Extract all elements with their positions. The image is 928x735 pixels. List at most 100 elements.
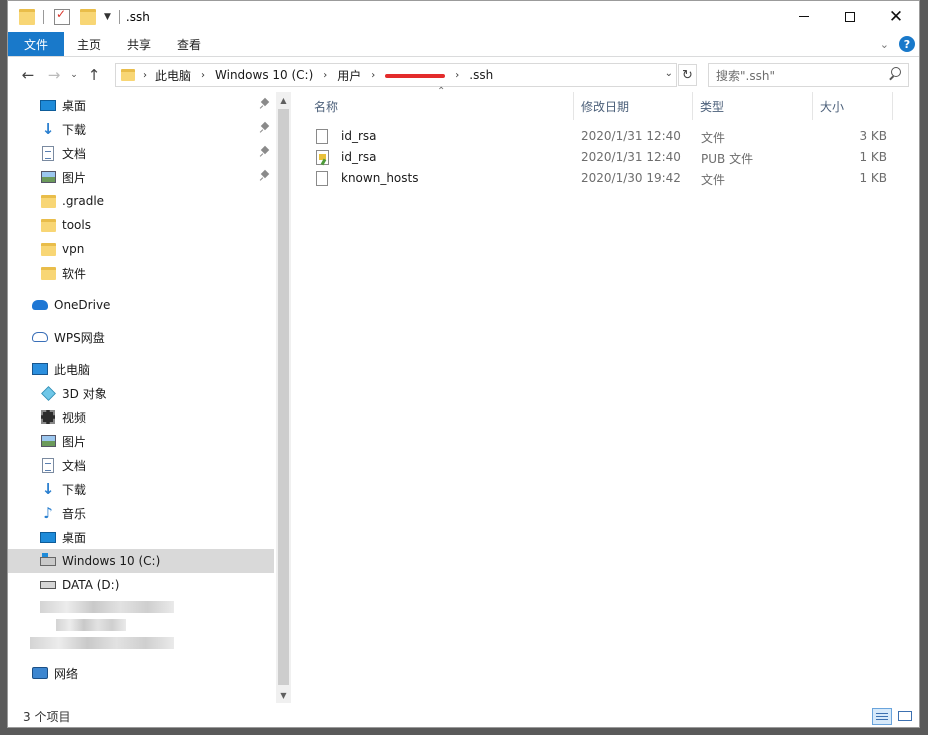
- pictures-icon: [40, 433, 56, 449]
- breadcrumb-redacted-user[interactable]: ›: [385, 70, 469, 81]
- sidebar-item-c-drive[interactable]: Windows 10 (C:): [8, 549, 274, 573]
- column-divider[interactable]: [892, 92, 893, 120]
- sidebar-item-pc-pictures[interactable]: 图片: [8, 429, 274, 453]
- toolbar-divider: [43, 9, 44, 24]
- file-date: 2020/1/31 12:40: [581, 150, 681, 164]
- sidebar-item-wps[interactable]: WPS网盘: [8, 325, 274, 349]
- sidebar-item-vpn[interactable]: vpn: [8, 237, 274, 261]
- breadcrumb-this-pc[interactable]: 此电脑 ›: [155, 67, 215, 84]
- refresh-icon[interactable]: ↻: [678, 64, 697, 86]
- breadcrumb-separator-icon[interactable]: ›: [323, 70, 327, 81]
- breadcrumb-separator-icon[interactable]: ›: [201, 70, 205, 81]
- scroll-up-icon[interactable]: ▲: [276, 92, 291, 108]
- column-header-date[interactable]: 修改日期: [575, 92, 690, 120]
- sidebar-item-pictures[interactable]: 图片: [8, 165, 274, 189]
- back-arrow-icon[interactable]: ←: [16, 63, 40, 87]
- sidebar-item-pc-documents[interactable]: 文档: [8, 453, 274, 477]
- tab-home[interactable]: 主页: [64, 32, 114, 56]
- breadcrumb-c-drive[interactable]: Windows 10 (C:) ›: [215, 68, 337, 82]
- column-divider[interactable]: [573, 92, 574, 120]
- column-header-type[interactable]: 类型: [694, 92, 806, 120]
- address-bar[interactable]: › 此电脑 › Windows 10 (C:) › 用户 › › .ssh ⌄: [115, 63, 677, 87]
- file-name: id_rsa: [341, 150, 377, 164]
- title-bar: ▼ .ssh ✕: [8, 1, 919, 32]
- tab-share[interactable]: 共享: [114, 32, 164, 56]
- maximize-button[interactable]: [827, 1, 873, 32]
- recent-locations-chevron-icon[interactable]: ⌄: [68, 63, 80, 87]
- breadcrumb-users[interactable]: 用户 ›: [337, 67, 385, 84]
- breadcrumb-separator-icon[interactable]: ›: [143, 70, 147, 81]
- tab-file[interactable]: 文件: [8, 32, 64, 56]
- document-icon: [40, 457, 56, 473]
- sidebar-item-label: 下载: [62, 482, 87, 497]
- search-placeholder: 搜索".ssh": [716, 68, 775, 83]
- sidebar-item-network[interactable]: 网络: [8, 661, 274, 685]
- drive-icon: [40, 577, 56, 593]
- sidebar-item-d-drive[interactable]: DATA (D:): [8, 573, 274, 597]
- breadcrumb-ssh[interactable]: .ssh: [469, 68, 493, 82]
- obscured-item: [40, 601, 174, 613]
- close-icon: ✕: [888, 6, 904, 27]
- network-icon: [32, 665, 48, 681]
- sidebar-item-label: 桌面: [62, 530, 87, 545]
- column-header-name[interactable]: 名称: [308, 92, 558, 120]
- sidebar-item-label: 网络: [54, 666, 79, 681]
- up-arrow-icon[interactable]: ↑: [82, 63, 106, 87]
- address-history-dropdown-icon[interactable]: ⌄: [665, 68, 673, 79]
- sidebar-item-music[interactable]: ♪ 音乐: [8, 501, 274, 525]
- sidebar-item-software[interactable]: 软件: [8, 261, 274, 285]
- details-view-icon[interactable]: [872, 708, 892, 725]
- breadcrumb-separator-icon[interactable]: ›: [371, 70, 375, 81]
- table-row[interactable]: known_hosts 2020/1/30 19:42 文件 1 KB: [314, 168, 894, 189]
- column-header-size[interactable]: 大小: [814, 92, 892, 120]
- column-divider[interactable]: [812, 92, 813, 120]
- file-size: 1 KB: [859, 171, 887, 185]
- sidebar-item-pc-downloads[interactable]: ↓ 下载: [8, 477, 274, 501]
- sidebar-item-label: 此电脑: [54, 362, 91, 377]
- column-header-label: 修改日期: [581, 99, 630, 114]
- search-input[interactable]: 搜索".ssh": [708, 63, 909, 87]
- maximize-icon: [845, 11, 855, 22]
- document-icon: [40, 145, 56, 161]
- sidebar-item-videos[interactable]: 视频: [8, 405, 274, 429]
- minimize-button[interactable]: [781, 1, 827, 32]
- sidebar-item-gradle[interactable]: .gradle: [8, 189, 274, 213]
- scroll-down-icon[interactable]: ▼: [276, 687, 291, 703]
- sidebar-item-label: vpn: [62, 242, 85, 256]
- sidebar-item-label: 3D 对象: [62, 386, 107, 401]
- large-icons-view-icon[interactable]: [896, 708, 914, 723]
- sidebar-item-desktop[interactable]: 桌面: [8, 93, 274, 117]
- folder-icon: [40, 193, 56, 209]
- customize-toolbar-dropdown-icon[interactable]: ▼: [104, 12, 111, 22]
- tab-view[interactable]: 查看: [164, 32, 214, 56]
- sidebar-item-documents[interactable]: 文档: [8, 141, 274, 165]
- sidebar-item-tools[interactable]: tools: [8, 213, 274, 237]
- sidebar-item-this-pc[interactable]: 此电脑: [8, 357, 274, 381]
- table-row[interactable]: id_rsa 2020/1/31 12:40 文件 3 KB: [314, 126, 894, 147]
- breadcrumb-label: Windows 10 (C:): [215, 68, 314, 82]
- help-icon[interactable]: ?: [899, 36, 915, 52]
- breadcrumb-separator-icon[interactable]: ›: [455, 70, 459, 81]
- desktop-icon: [40, 97, 56, 113]
- folder-icon: [40, 265, 56, 281]
- nav-buttons: ← → ⌄ ↑: [16, 63, 106, 87]
- column-divider[interactable]: [692, 92, 693, 120]
- sidebar-item-label: 图片: [62, 434, 87, 449]
- properties-icon[interactable]: [54, 7, 70, 25]
- sidebar-item-onedrive[interactable]: OneDrive: [8, 293, 274, 317]
- forward-arrow-icon[interactable]: →: [42, 63, 66, 87]
- pin-icon: [260, 147, 270, 157]
- close-button[interactable]: ✕: [873, 1, 919, 32]
- pin-icon: [260, 99, 270, 109]
- sidebar-item-pc-desktop[interactable]: 桌面: [8, 525, 274, 549]
- sidebar-item-3d-objects[interactable]: 3D 对象: [8, 381, 274, 405]
- breadcrumb-label: 用户: [337, 68, 362, 83]
- sidebar-item-label: 文档: [62, 146, 87, 161]
- table-row[interactable]: id_rsa 2020/1/31 12:40 PUB 文件 1 KB: [314, 147, 894, 168]
- navigation-pane-scrollbar[interactable]: ▲ ▼: [276, 92, 291, 703]
- new-folder-icon[interactable]: [80, 8, 96, 25]
- scrollbar-thumb[interactable]: [278, 109, 289, 685]
- download-icon: ↓: [41, 480, 55, 498]
- expand-ribbon-chevron-icon[interactable]: ⌄: [880, 38, 889, 51]
- sidebar-item-downloads[interactable]: ↓ 下载: [8, 117, 274, 141]
